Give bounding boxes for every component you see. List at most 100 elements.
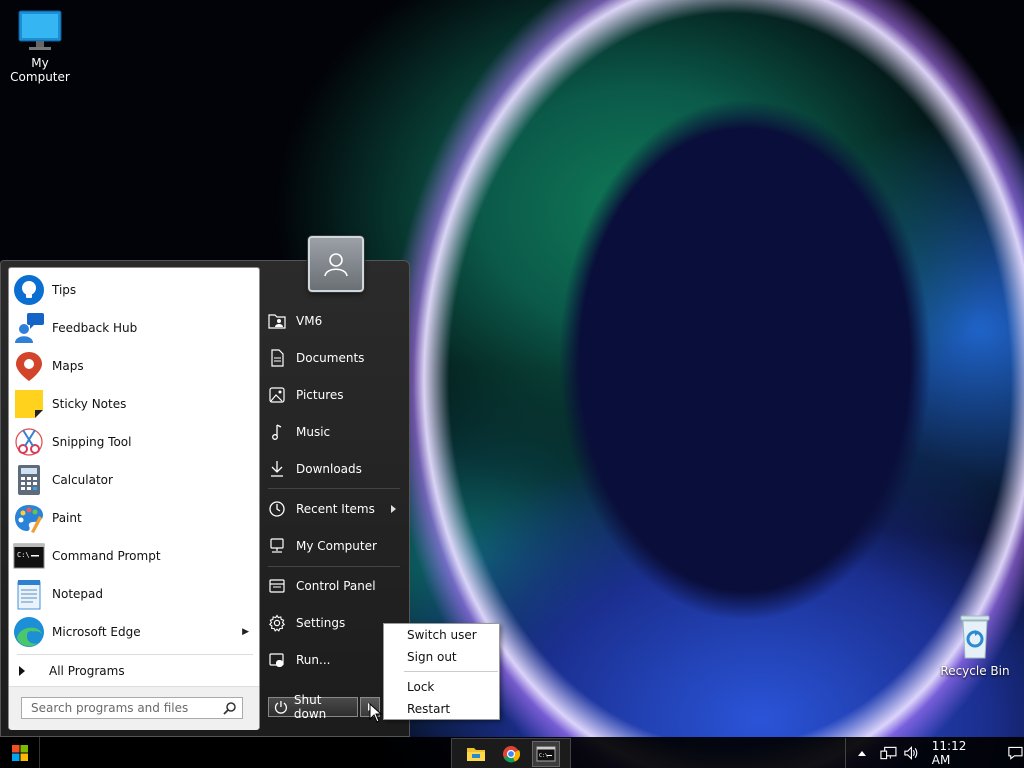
start-item-vm6[interactable]: VM6	[268, 307, 400, 335]
submenu-arrow-icon: ▶	[242, 627, 249, 637]
app-label: Tips	[52, 283, 77, 297]
paint-palette-icon	[15, 505, 43, 533]
notepad-icon	[17, 580, 41, 610]
app-label: Calculator	[52, 473, 113, 487]
shut-down-label: Shut down	[293, 693, 327, 721]
desktop-icon-label: My Computer	[10, 56, 70, 84]
sticky-note-icon	[15, 390, 43, 418]
app-item-command-prompt[interactable]: C:\ Command Prompt	[13, 538, 255, 574]
network-icon[interactable]	[880, 745, 897, 761]
menu-item-lock[interactable]: Lock	[407, 677, 434, 697]
search-box[interactable]	[21, 697, 243, 719]
app-label: Sticky Notes	[52, 397, 127, 411]
triangle-right-icon	[19, 666, 25, 676]
menu-item-sign-out[interactable]: Sign out	[407, 647, 457, 667]
all-programs-button[interactable]: All Programs	[19, 660, 255, 682]
start-item-label: Downloads	[296, 462, 362, 476]
app-label: Microsoft Edge	[52, 625, 141, 639]
terminal-icon: C:\	[536, 746, 556, 761]
user-folder-icon	[268, 314, 286, 329]
start-item-label: VM6	[296, 314, 323, 328]
mouse-cursor-icon	[369, 703, 383, 723]
app-item-feedback-hub[interactable]: Feedback Hub	[13, 310, 255, 346]
app-item-sticky-notes[interactable]: Sticky Notes	[13, 386, 255, 422]
power-icon	[274, 701, 288, 714]
app-item-maps[interactable]: Maps	[13, 348, 255, 384]
taskbar-file-explorer[interactable]	[462, 741, 490, 767]
app-label: Command Prompt	[52, 549, 161, 563]
user-icon	[324, 253, 348, 277]
start-item-label: Run...	[296, 653, 331, 667]
app-item-calculator[interactable]: Calculator	[13, 462, 255, 498]
menu-item-restart[interactable]: Restart	[407, 699, 450, 719]
start-item-label: Recent Items	[296, 502, 375, 516]
map-pin-icon	[16, 352, 42, 381]
picture-icon	[269, 387, 285, 403]
shut-down-button[interactable]: Shut down	[268, 693, 358, 721]
user-avatar[interactable]	[308, 236, 364, 292]
start-item-downloads[interactable]: Downloads	[268, 455, 400, 483]
separator	[268, 488, 400, 489]
clock-icon	[269, 501, 285, 517]
start-item-pictures[interactable]: Pictures	[268, 381, 400, 409]
scissors-icon	[15, 428, 43, 456]
separator	[268, 566, 400, 567]
start-item-label: Music	[296, 425, 331, 439]
recycle-bin-icon	[960, 615, 990, 659]
power-options-menu: Switch user Sign out Lock Restart	[383, 623, 500, 720]
volume-icon[interactable]	[903, 745, 920, 761]
calculator-icon	[18, 465, 40, 495]
start-item-run[interactable]: Run...	[268, 646, 400, 674]
search-area	[9, 686, 259, 730]
windows-logo-icon	[11, 744, 28, 761]
app-item-tips[interactable]: Tips	[13, 272, 255, 308]
taskbar-command-prompt[interactable]: C:\	[532, 740, 561, 767]
start-item-label: My Computer	[296, 539, 377, 553]
start-item-label: Settings	[296, 616, 346, 630]
show-hidden-icons-icon[interactable]	[858, 750, 866, 756]
system-tray: 11:12 AM	[845, 738, 1024, 768]
download-icon	[271, 461, 283, 477]
run-icon	[269, 653, 284, 667]
desktop-icon-my-computer[interactable]: My Computer	[0, 8, 80, 84]
menu-item-switch-user[interactable]: Switch user	[407, 625, 477, 645]
search-icon[interactable]	[223, 701, 237, 715]
start-item-label: Control Panel	[296, 579, 376, 593]
submenu-arrow-icon	[391, 505, 396, 513]
start-item-label: Pictures	[296, 388, 344, 402]
music-note-icon	[272, 424, 282, 440]
start-item-my-computer[interactable]: My Computer	[268, 532, 400, 560]
desktop-icon-recycle-bin[interactable]: Recycle Bin	[935, 612, 1015, 678]
start-item-documents[interactable]: Documents	[268, 344, 400, 372]
app-label: Feedback Hub	[52, 321, 138, 335]
separator	[404, 671, 498, 672]
folder-icon	[466, 747, 485, 761]
start-item-control-panel[interactable]: Control Panel	[268, 572, 400, 600]
app-item-notepad[interactable]: Notepad	[13, 576, 255, 612]
monitor-icon	[18, 10, 62, 50]
start-menu-program-list: Tips Feedback Hub Maps Sticky Notes Snip…	[8, 267, 260, 730]
start-item-music[interactable]: Music	[268, 418, 400, 446]
desktop-icon-label: Recycle Bin	[940, 664, 1010, 678]
feedback-hub-icon	[15, 313, 44, 343]
notification-icon[interactable]	[1007, 745, 1024, 761]
all-programs-label: All Programs	[49, 664, 125, 678]
start-item-settings[interactable]: Settings	[268, 609, 400, 637]
app-label: Notepad	[52, 587, 103, 601]
search-input[interactable]	[31, 701, 221, 715]
start-button[interactable]	[0, 737, 40, 768]
taskbar-chrome[interactable]	[497, 741, 525, 767]
control-panel-icon	[269, 579, 285, 593]
app-item-microsoft-edge[interactable]: Microsoft Edge ▶	[13, 614, 255, 650]
svg-text:C:\: C:\	[539, 753, 548, 759]
start-item-recent-items[interactable]: Recent Items	[268, 495, 400, 523]
app-label: Paint	[52, 511, 82, 525]
document-icon	[271, 349, 284, 367]
app-item-paint[interactable]: Paint	[13, 500, 255, 536]
chrome-browser-icon	[502, 745, 520, 762]
app-item-snipping-tool[interactable]: Snipping Tool	[13, 424, 255, 460]
edge-browser-icon	[14, 617, 44, 647]
terminal-icon: C:\	[13, 543, 45, 569]
taskbar-clock[interactable]: 11:12 AM	[932, 739, 985, 767]
svg-text:C:\: C:\	[17, 551, 30, 559]
